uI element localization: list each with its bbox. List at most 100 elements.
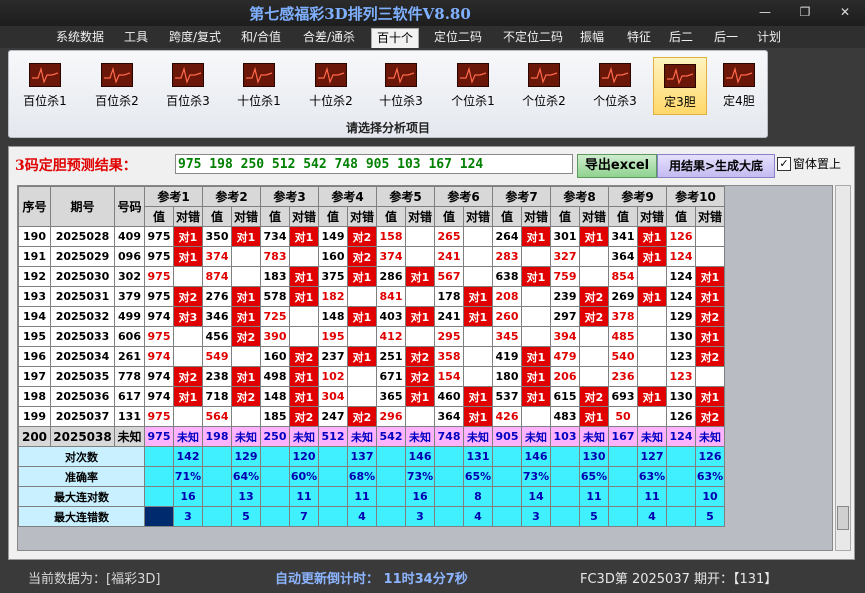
row-check: 对1 bbox=[521, 386, 551, 407]
menu-item[interactable]: 振幅 bbox=[575, 28, 609, 47]
row-seq: 190 bbox=[18, 226, 51, 247]
stats-label: 对次数 bbox=[18, 446, 145, 467]
table-row[interactable]: 193 2025031 379 975 对2 276 对1 578 对1 182 841 178 对1 2… bbox=[18, 286, 725, 307]
row-seq: 193 bbox=[18, 286, 51, 307]
menu-item[interactable]: 后二 bbox=[666, 28, 696, 47]
row-check bbox=[173, 346, 203, 367]
menu-item[interactable]: 系统数据 bbox=[52, 28, 108, 47]
header-value: 值 bbox=[260, 206, 290, 227]
stats-row: 最大连对数 16 13 11 11 16 8 14 11 11 10 bbox=[18, 486, 725, 507]
generate-base-button[interactable]: 用结果>生成大底 bbox=[657, 154, 775, 178]
row-value: 158 bbox=[376, 226, 406, 247]
table-row[interactable]: 198 2025036 617 974 对1 718 对2 148 对1 304 365 对1 460 对… bbox=[18, 386, 725, 407]
menu-item[interactable]: 不定位二码 bbox=[496, 28, 570, 47]
row-check: 对1 bbox=[289, 226, 319, 247]
row-check bbox=[173, 266, 203, 287]
row-value: 208 bbox=[492, 286, 522, 307]
menu-item[interactable]: 工具 bbox=[120, 28, 152, 47]
row-check: 对1 bbox=[695, 266, 725, 287]
row-issue: 2025029 bbox=[50, 246, 115, 267]
ribbon-panel: 请选择分析项目 百位杀1 百位杀2 百位杀3 十位杀1 十位杀2 十位杀3 个位杀1 个位杀2… bbox=[8, 50, 768, 138]
ribbon-button[interactable]: 个位杀3 bbox=[585, 57, 645, 113]
forecast-row[interactable]: 200 2025038 未知 975 未知 198 未知 250 未知 512 未知 542 未知 748… bbox=[18, 426, 725, 447]
pin-window-checkbox[interactable]: ✓ bbox=[777, 157, 791, 171]
row-value: 304 bbox=[318, 386, 348, 407]
row-check: 对1 bbox=[637, 386, 667, 407]
forecast-check: 未知 bbox=[289, 426, 319, 447]
menu-item[interactable]: 百十个 bbox=[371, 28, 419, 48]
header-seq: 序号 bbox=[18, 186, 51, 227]
ribbon-button[interactable]: 十位杀2 bbox=[301, 57, 361, 113]
header-reference-group: 参考2 bbox=[202, 186, 261, 207]
row-check bbox=[289, 306, 319, 327]
stats-value: 3 bbox=[521, 506, 551, 527]
row-check: 对2 bbox=[289, 346, 319, 367]
row-check bbox=[173, 326, 203, 347]
stats-value: 142 bbox=[173, 446, 203, 467]
minimize-button[interactable]: — bbox=[752, 4, 778, 20]
table-row[interactable]: 191 2025029 096 975 对1 374 783 160 对2 374 241 283 32… bbox=[18, 246, 725, 267]
stats-value: 68% bbox=[347, 466, 377, 487]
ribbon-button-label: 定3胆 bbox=[664, 95, 696, 109]
maximize-icon[interactable]: ❐ bbox=[792, 4, 818, 20]
stats-spacer bbox=[260, 506, 290, 527]
row-value: 378 bbox=[608, 306, 638, 327]
table-row[interactable]: 194 2025032 499 974 对3 346 对1 725 148 对1 403 对1 241 对… bbox=[18, 306, 725, 327]
stats-spacer bbox=[434, 446, 464, 467]
row-check bbox=[463, 366, 493, 387]
row-check bbox=[579, 346, 609, 367]
row-value: 365 bbox=[376, 386, 406, 407]
row-number: 778 bbox=[114, 366, 145, 387]
stats-value: 63% bbox=[695, 466, 725, 487]
ribbon-button[interactable]: 定3胆 bbox=[653, 57, 707, 115]
ribbon-caption: 请选择分析项目 bbox=[345, 121, 430, 135]
stats-spacer bbox=[608, 486, 638, 507]
header-value: 值 bbox=[376, 206, 406, 227]
chart-icon bbox=[172, 63, 204, 87]
export-excel-button[interactable]: 导出excel bbox=[577, 154, 657, 178]
menu-item[interactable]: 后一 bbox=[709, 28, 743, 47]
row-check: 对1 bbox=[521, 226, 551, 247]
stats-value: 130 bbox=[579, 446, 609, 467]
ribbon-button-label: 百位杀3 bbox=[166, 94, 210, 108]
row-seq: 194 bbox=[18, 306, 51, 327]
ribbon-button[interactable]: 百位杀1 bbox=[15, 57, 75, 113]
menu-item[interactable]: 跨度/复式 bbox=[164, 28, 226, 47]
ribbon-button[interactable]: 百位杀2 bbox=[87, 57, 147, 113]
menu-item[interactable]: 计划 bbox=[754, 28, 784, 47]
ribbon-button[interactable]: 个位杀2 bbox=[514, 57, 574, 113]
menu-item[interactable]: 定位二码 bbox=[430, 28, 486, 47]
scrollbar-thumb[interactable] bbox=[837, 506, 849, 530]
vertical-scrollbar[interactable] bbox=[835, 185, 851, 551]
stats-spacer bbox=[608, 506, 638, 527]
row-value: 206 bbox=[550, 366, 580, 387]
table-row[interactable]: 192 2025030 302 975 874 183 对1 375 对1 286 对1 567 638… bbox=[18, 266, 725, 287]
table-row[interactable]: 195 2025033 606 975 456 对2 390 195 412 295 345 394 4… bbox=[18, 326, 725, 347]
stats-spacer bbox=[376, 506, 406, 527]
table-row[interactable]: 190 2025028 409 975 对1 350 对1 734 对1 149 对2 158 265 2… bbox=[18, 226, 725, 247]
stats-spacer bbox=[492, 446, 522, 467]
row-check: 对2 bbox=[695, 346, 725, 367]
row-value: 874 bbox=[202, 266, 232, 287]
row-value: 578 bbox=[260, 286, 290, 307]
row-value: 295 bbox=[434, 326, 464, 347]
table-row[interactable]: 196 2025034 261 974 549 160 对2 237 对1 251 对2 358 419… bbox=[18, 346, 725, 367]
forecast-check: 未知 bbox=[637, 426, 667, 447]
row-check: 对1 bbox=[521, 266, 551, 287]
menu-item[interactable]: 合差/通杀 bbox=[298, 28, 360, 47]
menu-item[interactable]: 和/合值 bbox=[236, 28, 286, 47]
stats-spacer bbox=[492, 466, 522, 487]
table-row[interactable]: 197 2025035 778 974 对2 238 对1 498 对1 102 671 对2 154 1… bbox=[18, 366, 725, 387]
ribbon-button[interactable]: 个位杀1 bbox=[443, 57, 503, 113]
ribbon-button[interactable]: 百位杀3 bbox=[158, 57, 218, 113]
row-check: 对2 bbox=[695, 406, 725, 427]
close-button[interactable]: ✕ bbox=[832, 4, 858, 20]
menu-item[interactable]: 特征 bbox=[622, 28, 656, 47]
stats-value: 126 bbox=[695, 446, 725, 467]
table-row[interactable]: 199 2025037 131 975 564 185 对2 247 对2 296 364 对1 426… bbox=[18, 406, 725, 427]
ribbon-button[interactable]: 十位杀3 bbox=[371, 57, 431, 113]
ribbon-button[interactable]: 定4胆 bbox=[713, 57, 765, 113]
stats-value: 14 bbox=[521, 486, 551, 507]
prediction-result-field[interactable]: 975 198 250 512 542 748 905 103 167 124 bbox=[175, 154, 573, 174]
ribbon-button[interactable]: 十位杀1 bbox=[229, 57, 289, 113]
